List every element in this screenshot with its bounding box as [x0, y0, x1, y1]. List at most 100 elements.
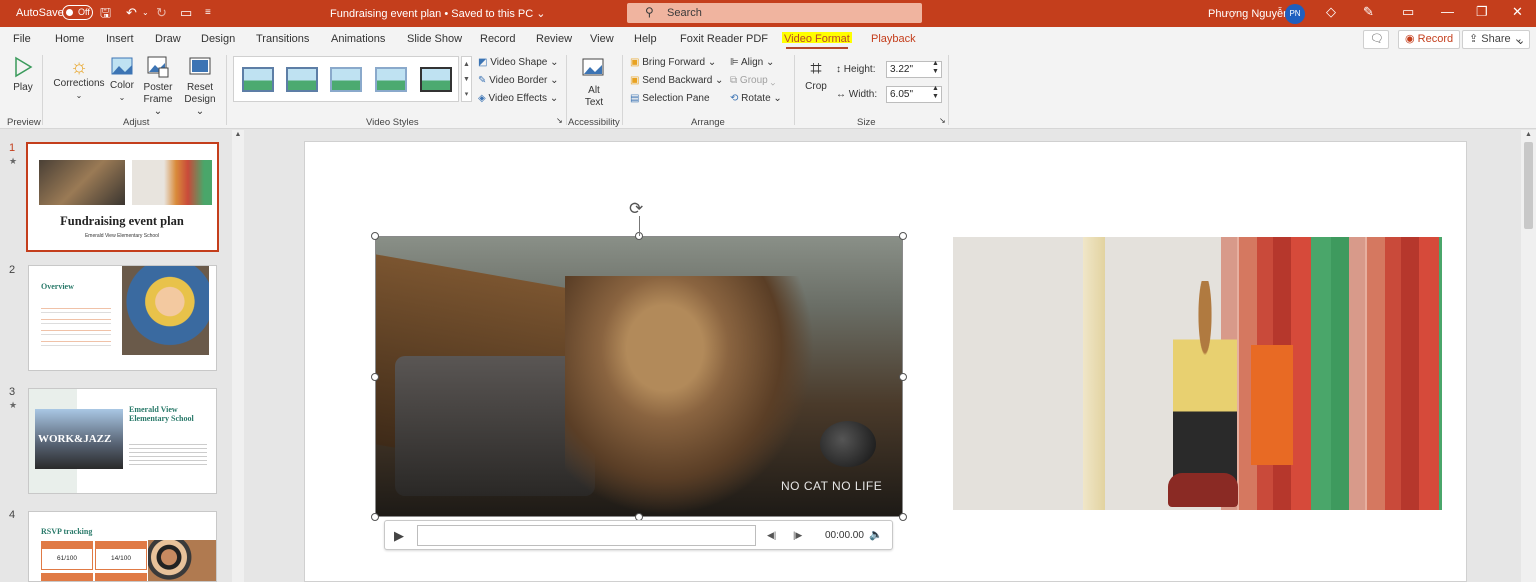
reset-label: Reset	[186, 82, 214, 93]
transition-star-icon: ★	[9, 400, 18, 410]
move-forward-icon[interactable]: |▶	[793, 530, 802, 541]
video-style-3[interactable]	[330, 67, 362, 92]
tab-draw[interactable]: Draw	[155, 33, 181, 45]
ribbon-display-icon[interactable]: ▭	[1402, 4, 1414, 20]
redo-icon[interactable]: ↻	[156, 4, 167, 22]
video-style-1[interactable]	[242, 67, 274, 92]
locker-photo[interactable]	[953, 237, 1442, 510]
video-style-4[interactable]	[375, 67, 407, 92]
dialog-launcher-icon[interactable]: ↘	[556, 116, 563, 125]
avatar[interactable]: PN	[1285, 4, 1305, 24]
resize-handle-right[interactable]	[899, 373, 907, 381]
ribbon-collapse-icon[interactable]: ⌄	[1516, 34, 1525, 47]
video-style-5[interactable]	[420, 67, 452, 92]
color-button[interactable]: Color ⌄	[108, 56, 136, 104]
thumbnail-scrollbar[interactable]: ▲	[232, 130, 244, 582]
crop-icon: ⌗	[810, 58, 822, 80]
document-title[interactable]: Fundraising event plan • Saved to this P…	[330, 7, 545, 20]
reset-design-icon	[189, 57, 211, 75]
height-spinner[interactable]: ▲ ▼	[932, 60, 939, 76]
rotate-button[interactable]: ⟲ Rotate ⌄	[730, 93, 782, 104]
poster-frame-button[interactable]: Poster Frame ⌄	[140, 56, 176, 118]
video-styles-gallery[interactable]	[233, 56, 459, 102]
corrections-label: Corrections	[53, 78, 105, 89]
video-effects-button[interactable]: ◈ Video Effects ⌄	[478, 93, 558, 104]
resize-handle-top-left[interactable]	[371, 232, 379, 240]
open-orange-locker	[1251, 345, 1293, 465]
crop-button[interactable]: ⌗ Crop	[802, 57, 830, 93]
group-button[interactable]: ⧉ Group ⌄	[730, 75, 775, 86]
group-icon: ⧉	[730, 75, 738, 86]
video-shape-button[interactable]: ◩ Video Shape ⌄	[478, 57, 559, 68]
group-label-size: Size	[857, 117, 876, 128]
rotate-handle-icon[interactable]: ⟳	[629, 199, 643, 219]
maximize-icon[interactable]: ❐	[1476, 4, 1488, 20]
slide-thumbnail-3[interactable]: WORK&JAZZ Emerald View Elementary School	[28, 388, 217, 494]
poster-frame-icon	[147, 56, 169, 78]
send-backward-button[interactable]: ▣ Send Backward ⌄	[630, 75, 723, 86]
tab-file[interactable]: File	[13, 33, 31, 45]
slide-thumbnail-4[interactable]: RSVP tracking 61/100 14/100	[28, 511, 217, 582]
tab-design[interactable]: Design	[201, 33, 235, 45]
video-frame[interactable]: NO CAT NO LIFE	[375, 236, 903, 517]
save-icon[interactable]: 🖫	[100, 4, 111, 22]
resize-handle-left[interactable]	[371, 373, 379, 381]
tab-help[interactable]: Help	[634, 33, 657, 45]
group-label-accessibility: Accessibility	[568, 117, 620, 128]
scroll-up-icon[interactable]: ▲	[1521, 130, 1536, 138]
tab-slide-show[interactable]: Slide Show	[407, 33, 462, 45]
undo-dropdown-icon[interactable]: ⌄	[142, 4, 149, 22]
autosave-toggle[interactable]: Off	[62, 5, 93, 20]
video-style-2[interactable]	[286, 67, 318, 92]
customize-toolbar-icon[interactable]: ≡	[205, 4, 211, 22]
tab-animations[interactable]: Animations	[331, 33, 385, 45]
comments-button[interactable]: 🗨	[1363, 30, 1389, 49]
tab-video-format[interactable]: Video Format	[782, 32, 852, 49]
slide-number: 3	[9, 386, 16, 398]
tab-foxit-reader-pdf[interactable]: Foxit Reader PDF	[680, 33, 768, 45]
scroll-up-icon[interactable]: ▲	[232, 130, 244, 138]
text-label: Text	[584, 97, 604, 108]
undo-icon[interactable]: ↶	[126, 4, 137, 22]
record-button[interactable]: ◉ Record	[1398, 30, 1461, 49]
slide-thumbnail-2[interactable]: Overview	[28, 265, 217, 371]
tab-insert[interactable]: Insert	[106, 33, 134, 45]
share-icon: ⇪	[1469, 33, 1479, 45]
resize-handle-bottom-left[interactable]	[371, 513, 379, 521]
reset-design-button[interactable]: Reset Design ⌄	[180, 56, 220, 118]
start-from-beginning-icon[interactable]: ▭	[180, 4, 192, 22]
corrections-button[interactable]: ☼ Corrections ⌄	[52, 56, 106, 102]
search-input[interactable]: ⚲ Search	[627, 3, 922, 23]
separator	[566, 55, 567, 125]
play-button[interactable]: Play	[10, 56, 36, 94]
gallery-scroll[interactable]: ▲ ▼ ▾	[461, 56, 472, 102]
editor-scrollbar[interactable]: ▲	[1521, 130, 1536, 582]
resize-handle-top-right[interactable]	[899, 232, 907, 240]
resize-handle-bottom-right[interactable]	[899, 513, 907, 521]
move-back-icon[interactable]: ◀|	[767, 530, 776, 541]
user-name[interactable]: Phượng Nguyễn	[1208, 8, 1289, 20]
pen-icon[interactable]: ✎	[1363, 4, 1374, 20]
tab-review[interactable]: Review	[536, 33, 572, 45]
scroll-thumb[interactable]	[1524, 142, 1533, 229]
tab-view[interactable]: View	[590, 33, 614, 45]
selection-pane-button[interactable]: ▤ Selection Pane	[630, 93, 710, 104]
align-button[interactable]: ⊫ Align ⌄	[730, 57, 774, 68]
tab-record[interactable]: Record	[480, 33, 515, 45]
volume-icon[interactable]: 🔈	[869, 528, 883, 541]
tab-playback[interactable]: Playback	[871, 33, 916, 45]
seek-bar[interactable]	[417, 525, 756, 546]
video-border-button[interactable]: ✎ Video Border ⌄	[478, 75, 559, 86]
minimize-icon[interactable]: —	[1441, 4, 1454, 19]
diamond-icon[interactable]: ◇	[1326, 4, 1336, 20]
tab-transitions[interactable]: Transitions	[256, 33, 309, 45]
close-icon[interactable]: ✕	[1512, 4, 1523, 20]
tab-home[interactable]: Home	[55, 33, 84, 45]
bring-forward-button[interactable]: ▣ Bring Forward ⌄	[630, 57, 716, 68]
slide-thumbnail-1[interactable]: Fundraising event plan Emerald View Elem…	[26, 142, 219, 252]
play-pause-button[interactable]: ▶	[394, 528, 404, 544]
width-spinner[interactable]: ▲ ▼	[932, 85, 939, 101]
alt-text-button[interactable]: Alt Text	[578, 57, 610, 109]
size-dialog-launcher-icon[interactable]: ↘	[939, 116, 946, 125]
video-effects-icon: ◈	[478, 93, 486, 104]
